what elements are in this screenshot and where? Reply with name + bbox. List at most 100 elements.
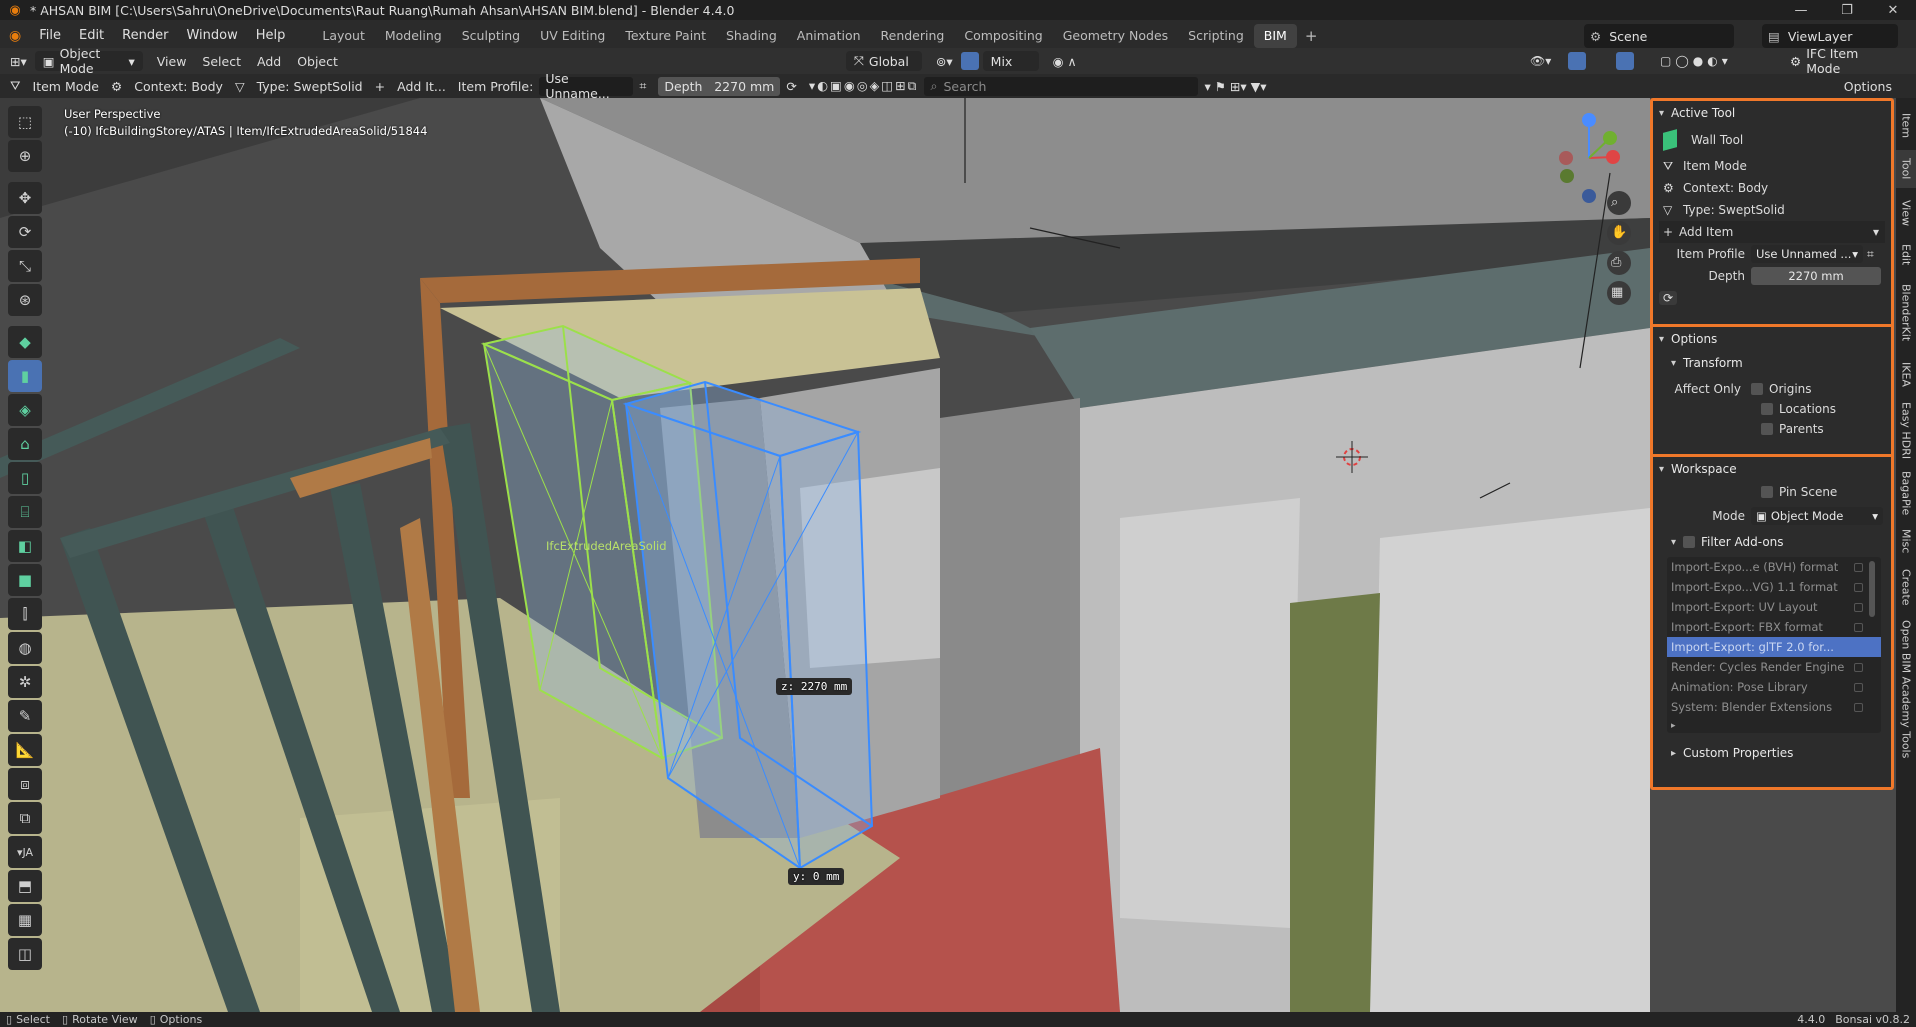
tab-layout[interactable]: Layout xyxy=(312,24,375,48)
sphere-tool-icon[interactable]: ◍ xyxy=(8,632,42,664)
transform-header[interactable]: ▾ Transform xyxy=(1653,351,1891,375)
transform-icon[interactable]: ⊛ xyxy=(8,284,42,316)
orientation-dropdown[interactable]: ⤧ Global xyxy=(845,51,922,71)
tab-sculpting[interactable]: Sculpting xyxy=(452,24,530,48)
origins-checkbox[interactable] xyxy=(1751,383,1763,395)
overlay-toggle-icon[interactable] xyxy=(1616,52,1634,70)
move-icon[interactable]: ✥ xyxy=(8,182,42,214)
tab-geometry-nodes[interactable]: Geometry Nodes xyxy=(1053,24,1178,48)
door-tool-icon[interactable]: ⌂ xyxy=(8,428,42,460)
scale-icon[interactable]: ⤡ xyxy=(8,250,42,282)
ortho-grid-icon[interactable]: ▦ xyxy=(1611,285,1623,300)
proportional-edit-icon[interactable]: ◉ ∧ xyxy=(1045,54,1085,69)
list-scrollbar[interactable] xyxy=(1869,561,1875,617)
zoom-icon[interactable]: ⌕ xyxy=(1611,195,1618,210)
pin-scene-checkbox[interactable] xyxy=(1761,486,1773,498)
scene-selector[interactable]: ⚙ Scene xyxy=(1584,24,1734,48)
tab-tool[interactable]: Tool xyxy=(1896,150,1916,188)
addon-checkbox[interactable] xyxy=(1854,663,1863,672)
camera-icon[interactable]: ⎙ xyxy=(1611,255,1621,270)
add-object-icon[interactable]: ⧉ xyxy=(8,802,42,834)
cube-tool-icon[interactable]: ■ xyxy=(8,564,42,596)
context-row[interactable]: ⚙ Context: Body xyxy=(1653,177,1891,199)
addon-checkbox[interactable] xyxy=(1854,583,1863,592)
visibility-icon[interactable]: 👁▾ xyxy=(1530,54,1551,68)
tab-misc[interactable]: Misc xyxy=(1896,524,1916,558)
stair-tool-icon[interactable]: ⌸ xyxy=(8,496,42,528)
addon-checkbox[interactable] xyxy=(1854,603,1863,612)
list-item[interactable]: Animation: Pose Library xyxy=(1667,677,1881,697)
gizmo-toggle-icon[interactable] xyxy=(1568,52,1586,70)
menu-help[interactable]: Help xyxy=(247,24,295,48)
tab-open-bim-academy[interactable]: Open BIM Academy Tools xyxy=(1896,616,1916,762)
tab-view[interactable]: View xyxy=(1896,194,1916,232)
addon-checkbox[interactable] xyxy=(1854,683,1863,692)
list-item[interactable]: Render: Cycles Render Engine xyxy=(1667,657,1881,677)
search-input[interactable]: ⌕ Search xyxy=(924,76,1199,96)
menu-file[interactable]: File xyxy=(30,24,70,48)
menu-render[interactable]: Render xyxy=(113,24,177,48)
tool-context[interactable]: Context: Body xyxy=(128,79,229,94)
menu-edit[interactable]: Edit xyxy=(70,24,113,48)
list-item[interactable]: System: Blender Extensions xyxy=(1667,697,1881,717)
wall-tool-icon[interactable]: ▮ xyxy=(8,360,42,392)
cursor-icon[interactable]: ⊕ xyxy=(8,140,42,172)
menu-add[interactable]: Add xyxy=(249,54,289,69)
blender-menu-icon[interactable]: ◉ xyxy=(0,24,30,48)
view-layer-selector[interactable]: ▤ ViewLayer xyxy=(1762,24,1898,48)
list-item[interactable]: Import-Expo...e (BVH) format xyxy=(1667,557,1881,577)
bim-tool-icon[interactable]: ◆ xyxy=(8,326,42,358)
tab-animation[interactable]: Animation xyxy=(787,24,871,48)
snap-dropdown[interactable]: Mix xyxy=(982,51,1039,71)
list-item[interactable]: Import-Export: FBX format xyxy=(1667,617,1881,637)
tab-texture-paint[interactable]: Texture Paint xyxy=(615,24,716,48)
refresh-icon[interactable]: ⟳ xyxy=(780,79,802,94)
depth-field[interactable]: 2270 mm xyxy=(1751,267,1881,285)
list-item[interactable]: Import-Expo...VG) 1.1 format xyxy=(1667,577,1881,597)
addon-checkbox[interactable] xyxy=(1854,703,1863,712)
tool-options-icons[interactable]: ▾◐▣◉◎◈◫⊞⧉ xyxy=(803,78,925,94)
tab-bim[interactable]: BIM xyxy=(1253,24,1297,48)
menu-window[interactable]: Window xyxy=(177,24,246,48)
maximize-icon[interactable]: ❐ xyxy=(1824,0,1870,20)
options-header[interactable]: ▾ Options xyxy=(1653,327,1891,351)
column-tool-icon[interactable]: ▯ xyxy=(8,462,42,494)
grid-tool-icon[interactable]: ▦ xyxy=(8,904,42,936)
addon-checkbox[interactable] xyxy=(1854,563,1863,572)
minimize-icon[interactable]: — xyxy=(1778,0,1824,20)
shading-mode-icons[interactable]: ▢◯●◐▾ xyxy=(1660,54,1732,68)
editor-type-icon[interactable]: ⊞▾ xyxy=(0,54,35,69)
type-row[interactable]: ▽ Type: SweptSolid xyxy=(1653,199,1891,221)
tab-bagapie[interactable]: BagaPie xyxy=(1896,468,1916,518)
tab-ikea[interactable]: IKEA xyxy=(1896,354,1916,394)
parents-checkbox[interactable] xyxy=(1761,423,1773,435)
list-item[interactable]: Import-Export: UV Layout xyxy=(1667,597,1881,617)
tab-shading[interactable]: Shading xyxy=(716,24,787,48)
tab-create[interactable]: Create xyxy=(1896,564,1916,610)
list-item-selected[interactable]: Import-Export: glTF 2.0 for... xyxy=(1667,637,1881,657)
tab-easy-hdri[interactable]: Easy HDRI xyxy=(1896,400,1916,462)
tag-icon[interactable]: ⌗ xyxy=(633,78,652,94)
split-tool-icon[interactable]: ◫ xyxy=(8,938,42,970)
tab-item[interactable]: Item xyxy=(1896,106,1916,146)
filter-icons[interactable]: ▾ ⚑ ⊞▾ ▼▾ xyxy=(1198,79,1272,94)
add-workspace-icon[interactable]: + xyxy=(1297,27,1326,45)
mode-dropdown[interactable]: ▣ Object Mode ▾ xyxy=(1751,507,1883,525)
slab-tool-icon[interactable]: ◈ xyxy=(8,394,42,426)
tab-edit[interactable]: Edit xyxy=(1896,238,1916,272)
tool-item-mode[interactable]: Item Mode xyxy=(27,79,106,94)
snap-toggle-icon[interactable] xyxy=(960,52,979,70)
item-profile-dropdown[interactable]: Use Unnamed ... ▾ xyxy=(1751,245,1863,263)
ifc-mode-dropdown[interactable]: ⚙ IFC Item Mode xyxy=(1782,46,1900,76)
depth-field[interactable]: Depth 2270 mm xyxy=(658,76,781,96)
custom-properties-header[interactable]: ▸ Custom Properties xyxy=(1653,741,1891,765)
mode-dropdown[interactable]: ▣ Object Mode ▾ xyxy=(34,46,143,76)
menu-view[interactable]: View xyxy=(149,54,195,69)
refresh-icon[interactable]: ⟳ xyxy=(1659,291,1678,305)
add-item-button[interactable]: Add It... xyxy=(391,79,452,94)
tab-scripting[interactable]: Scripting xyxy=(1178,24,1254,48)
add-item-dropdown[interactable]: + Add Item ▾ xyxy=(1659,221,1885,243)
locations-checkbox[interactable] xyxy=(1761,403,1773,415)
tab-compositing[interactable]: Compositing xyxy=(954,24,1052,48)
tab-rendering[interactable]: Rendering xyxy=(871,24,955,48)
